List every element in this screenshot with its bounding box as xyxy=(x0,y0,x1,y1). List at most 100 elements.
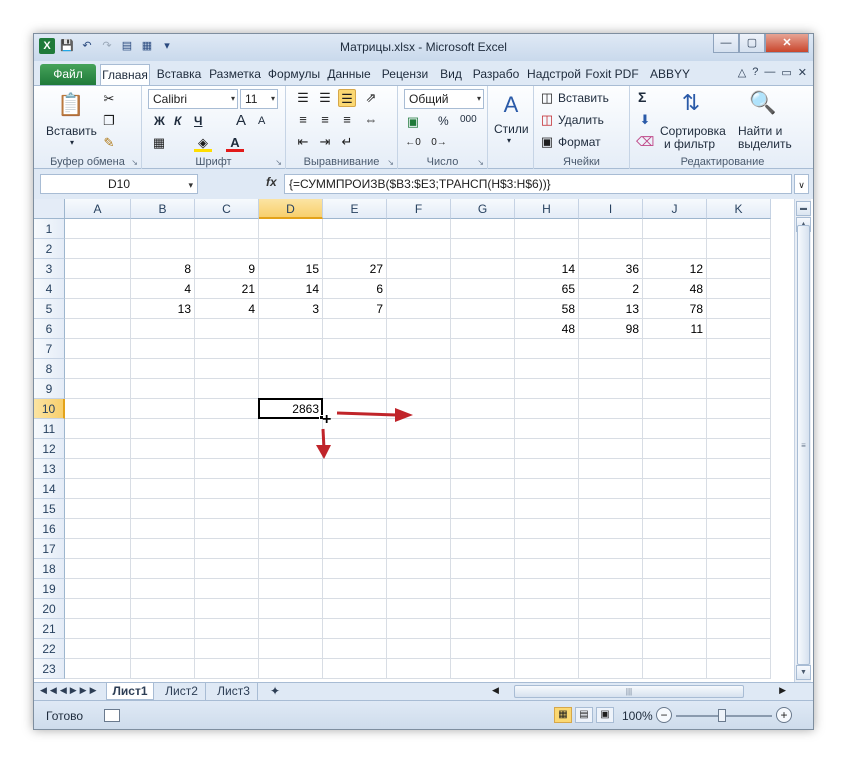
column-header-h[interactable]: H xyxy=(515,199,579,219)
zoom-out-button[interactable]: − xyxy=(656,707,672,723)
row-header-8[interactable]: 8 xyxy=(34,359,65,379)
column-header-e[interactable]: E xyxy=(323,199,387,219)
styles-button[interactable]: Стили xyxy=(494,122,529,136)
grow-font-button[interactable]: A xyxy=(236,112,246,129)
tab-review[interactable]: Рецензи xyxy=(376,64,434,85)
row-header-21[interactable]: 21 xyxy=(34,619,65,639)
cell-j6[interactable]: 11 xyxy=(643,319,707,339)
font-size-select[interactable]: 11 ▾ xyxy=(240,89,278,109)
cell-b3[interactable]: 8 xyxy=(131,259,195,279)
column-header-j[interactable]: J xyxy=(643,199,707,219)
tab-home[interactable]: Главная xyxy=(100,64,150,85)
page-layout-view-icon[interactable]: ▤ xyxy=(575,707,593,723)
find-select-button[interactable]: Найти и xyxy=(738,124,782,138)
tab-view[interactable]: Вид xyxy=(436,64,466,85)
row-header-19[interactable]: 19 xyxy=(34,579,65,599)
doc-close-icon[interactable]: ✕ xyxy=(798,66,807,79)
tab-page-layout[interactable]: Разметка xyxy=(206,64,264,85)
borders-icon[interactable]: ▦ xyxy=(150,134,168,152)
tab-file[interactable]: Файл xyxy=(40,64,96,85)
alignment-launcher-icon[interactable]: ↘ xyxy=(387,158,394,167)
tab-insert[interactable]: Вставка xyxy=(154,64,204,85)
increase-indent-icon[interactable]: ⇥ xyxy=(316,133,334,151)
row-header-4[interactable]: 4 xyxy=(34,279,65,299)
vertical-scroll-thumb[interactable]: ≡ xyxy=(797,225,810,665)
maximize-button[interactable]: ▢ xyxy=(739,34,765,53)
cell-i3[interactable]: 36 xyxy=(579,259,643,279)
sheet-tab-2[interactable]: Лист2 xyxy=(158,683,206,700)
column-header-k[interactable]: K xyxy=(707,199,771,219)
tab-addins[interactable]: Надстрой xyxy=(526,64,582,85)
cell-h5[interactable]: 58 xyxy=(515,299,579,319)
cell-d4[interactable]: 14 xyxy=(259,279,323,299)
tab-developer[interactable]: Разрабо xyxy=(468,64,524,85)
font-launcher-icon[interactable]: ↘ xyxy=(275,158,282,167)
worksheet-grid[interactable]: A B C D E F G H I J K 1 2 3 4 5 6 7 8 9 10 11 12 13 14 15 16 17 18 19… xyxy=(34,199,794,682)
doc-restore-icon[interactable]: ▭ xyxy=(781,66,791,79)
cell-h6[interactable]: 48 xyxy=(515,319,579,339)
sheet-nav-buttons[interactable]: ◀◀◀▶▶▶ xyxy=(40,685,100,696)
underline-button[interactable]: Ч xyxy=(194,114,202,128)
insert-sheet-icon[interactable]: ✦ xyxy=(264,683,286,700)
row-header-11[interactable]: 11 xyxy=(34,419,65,439)
align-left-icon[interactable]: ≡ xyxy=(294,111,312,129)
delete-cells-icon[interactable]: ◫ xyxy=(538,111,556,129)
insert-cells-icon[interactable]: ◫ xyxy=(538,89,556,107)
cell-j4[interactable]: 48 xyxy=(643,279,707,299)
column-header-f[interactable]: F xyxy=(387,199,451,219)
copy-icon[interactable]: ❐ xyxy=(100,112,118,130)
cell-e4[interactable]: 6 xyxy=(323,279,387,299)
wrap-text-icon[interactable]: ↵ xyxy=(338,133,356,151)
help-icon[interactable]: ? xyxy=(752,66,758,79)
autosum-button[interactable]: Σ xyxy=(638,89,646,105)
row-header-20[interactable]: 20 xyxy=(34,599,65,619)
format-painter-icon[interactable]: ✎ xyxy=(100,134,118,152)
align-top-icon[interactable]: ☰ xyxy=(294,89,312,107)
scroll-left-icon[interactable]: ◀ xyxy=(492,685,499,696)
tab-formulas[interactable]: Формулы xyxy=(266,64,322,85)
cell-h4[interactable]: 65 xyxy=(515,279,579,299)
row-header-17[interactable]: 17 xyxy=(34,539,65,559)
column-header-i[interactable]: I xyxy=(579,199,643,219)
row-header-14[interactable]: 14 xyxy=(34,479,65,499)
fill-icon[interactable]: ⬇ xyxy=(636,111,654,129)
align-center-icon[interactable]: ≡ xyxy=(316,111,334,129)
orientation-icon[interactable]: ⇗ xyxy=(362,89,380,107)
paste-icon[interactable]: 📋 xyxy=(56,90,86,120)
clear-icon[interactable]: ⌫ xyxy=(636,133,654,151)
number-format-select[interactable]: Общий ▾ xyxy=(404,89,484,109)
styles-icon[interactable]: A xyxy=(496,90,526,120)
currency-icon[interactable]: ▣ xyxy=(404,113,422,131)
merge-cells-icon[interactable]: ⇔ xyxy=(362,111,380,129)
sheet-tab-1[interactable]: Лист1 xyxy=(106,683,154,700)
sort-filter-button[interactable]: Сортировка xyxy=(660,124,726,138)
thousands-button[interactable]: 000 xyxy=(460,114,477,125)
tab-foxit-pdf[interactable]: Foxit PDF xyxy=(584,64,640,85)
cell-c3[interactable]: 9 xyxy=(195,259,259,279)
row-header-6[interactable]: 6 xyxy=(34,319,65,339)
font-color-icon[interactable]: A xyxy=(226,134,244,152)
font-name-select[interactable]: Calibri ▾ xyxy=(148,89,238,109)
horizontal-scrollbar[interactable]: ◀ ||| ▶ xyxy=(492,685,794,699)
percent-button[interactable]: % xyxy=(438,114,449,128)
zoom-slider-thumb[interactable] xyxy=(718,709,726,722)
scroll-down-icon[interactable]: ▼ xyxy=(796,665,811,680)
cut-icon[interactable]: ✂ xyxy=(100,90,118,108)
row-header-3[interactable]: 3 xyxy=(34,259,65,279)
delete-cells-button[interactable]: Удалить xyxy=(558,113,604,127)
cell-d3[interactable]: 15 xyxy=(259,259,323,279)
row-header-13[interactable]: 13 xyxy=(34,459,65,479)
zoom-level[interactable]: 100% xyxy=(622,709,653,723)
column-header-c[interactable]: C xyxy=(195,199,259,219)
cell-j5[interactable]: 78 xyxy=(643,299,707,319)
cell-i5[interactable]: 13 xyxy=(579,299,643,319)
tab-abbyy-pdf[interactable]: ABBYY PD xyxy=(642,64,698,101)
column-header-b[interactable]: B xyxy=(131,199,195,219)
row-header-1[interactable]: 1 xyxy=(34,219,65,239)
cell-c4[interactable]: 21 xyxy=(195,279,259,299)
cell-d5[interactable]: 3 xyxy=(259,299,323,319)
close-button[interactable]: ✕ xyxy=(765,34,809,53)
row-header-5[interactable]: 5 xyxy=(34,299,65,319)
decrease-decimal-icon[interactable]: 0→ xyxy=(430,134,448,152)
row-header-12[interactable]: 12 xyxy=(34,439,65,459)
